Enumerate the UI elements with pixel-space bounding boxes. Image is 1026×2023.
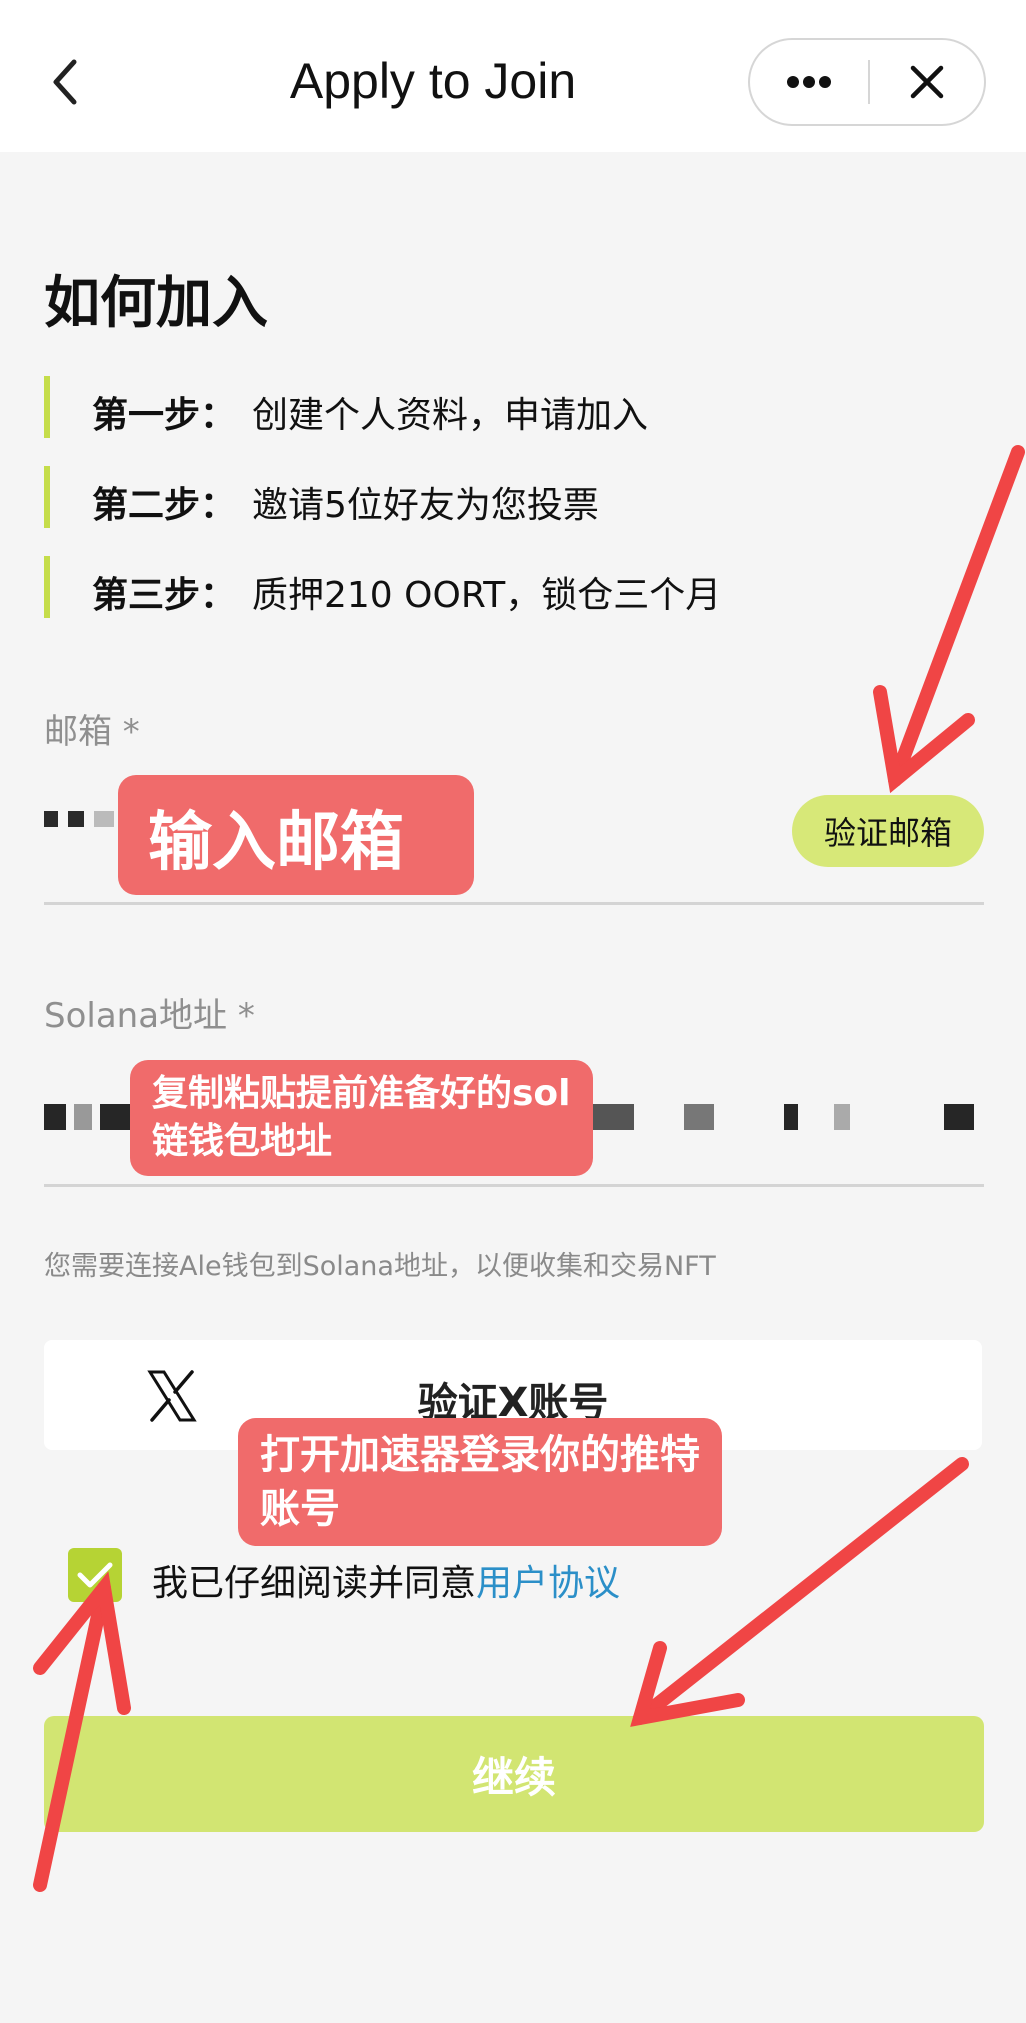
page-title: Apply to Join [289, 53, 577, 109]
step-label: 第一步： [92, 395, 237, 436]
step-accent-bar [44, 466, 50, 528]
agreement-label: 我已仔细阅读并同意 [152, 1563, 477, 1604]
annotation-solana-line2: 链钱包地址 [152, 1121, 333, 1162]
step-label: 第二步： [92, 485, 237, 526]
step-label: 第三步： [92, 575, 237, 616]
agreement-checkbox[interactable] [68, 1548, 122, 1602]
annotation-email: 输入邮箱 [118, 775, 474, 895]
more-button[interactable] [750, 40, 868, 124]
step-text: 邀请5位好友为您投票 [252, 485, 599, 526]
more-icon [787, 76, 831, 88]
mini-program-capsule [748, 38, 986, 126]
solana-label: Solana地址 * [44, 996, 255, 1036]
arrow-to-checkbox-head [33, 1571, 131, 1715]
annotation-solana-line1: 复制粘贴提前准备好的sol [152, 1073, 571, 1114]
step-accent-bar [44, 556, 50, 618]
email-label: 邮箱 * [44, 712, 140, 752]
section-title: 如何加入 [44, 271, 268, 336]
annotation-x-line1: 打开加速器登录你的推特 [260, 1432, 700, 1478]
arrow-to-continue-head [630, 1641, 745, 1727]
close-icon [910, 65, 944, 99]
verify-email-button[interactable]: 验证邮箱 [792, 795, 984, 867]
top-bar: Apply to Join [0, 0, 1026, 152]
step-accent-bar [44, 376, 50, 438]
close-button[interactable] [870, 40, 984, 124]
solana-underline [44, 1184, 984, 1187]
solana-hint: 您需要连接Ale钱包到Solana地址，以便收集和交易NFT [44, 1251, 716, 1282]
continue-button[interactable]: 继续 [44, 1716, 984, 1832]
check-icon [77, 1562, 113, 1588]
step-text: 质押210 OORT，锁仓三个月 [252, 575, 722, 616]
arrow-to-verify-email [888, 445, 1025, 787]
email-underline [44, 902, 984, 905]
user-agreement-link[interactable]: 用户协议 [476, 1563, 620, 1604]
annotation-solana: 复制粘贴提前准备好的sol 链钱包地址 [130, 1060, 593, 1176]
arrow-to-verify-email-head [873, 685, 975, 794]
annotation-x-line2: 账号 [260, 1486, 340, 1532]
step-text: 创建个人资料，申请加入 [252, 395, 649, 436]
annotation-x: 打开加速器登录你的推特 账号 [238, 1418, 722, 1546]
agreement-text: 我已仔细阅读并同意用户协议 [152, 1554, 620, 1606]
